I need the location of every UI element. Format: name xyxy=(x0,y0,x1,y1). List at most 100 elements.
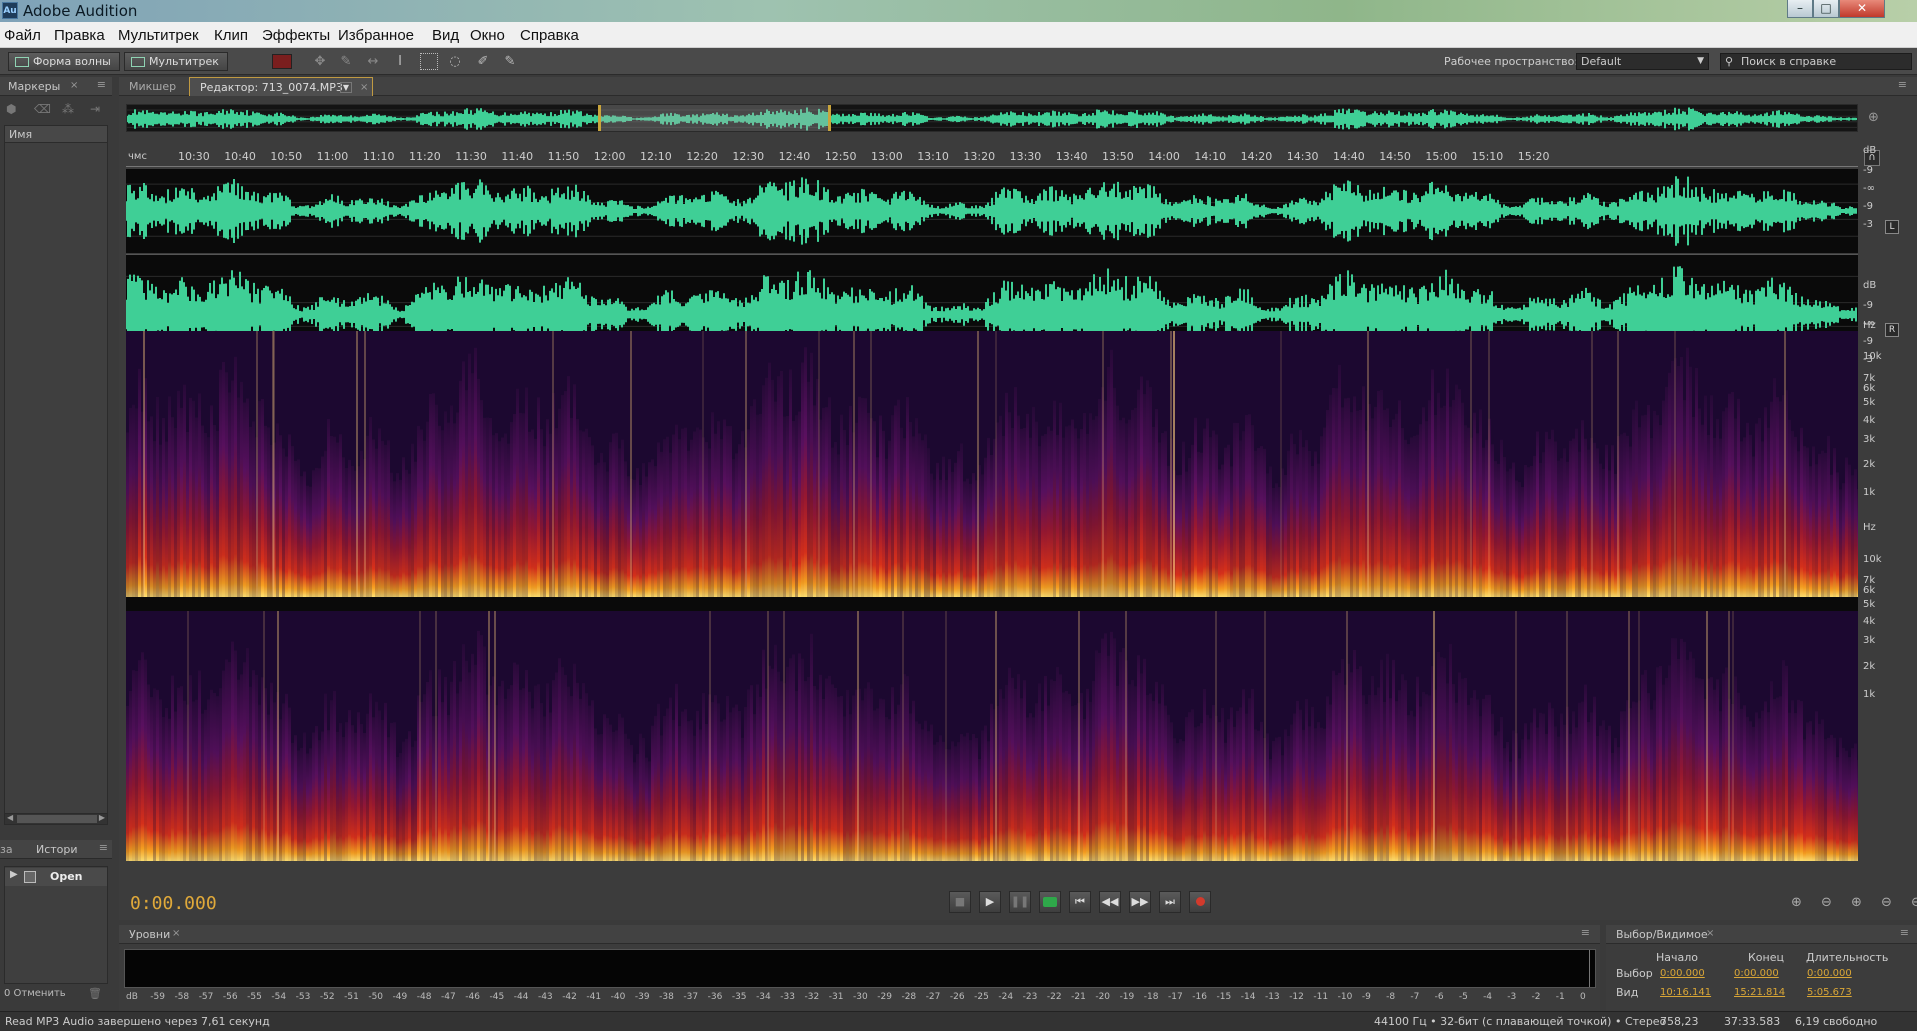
menu-file[interactable]: Файл xyxy=(4,27,41,44)
spot-healing-tool-icon[interactable]: ✎ xyxy=(501,53,519,70)
chevron-down-icon: ▼ xyxy=(1697,56,1704,66)
spectral-display-icon[interactable] xyxy=(272,54,292,69)
spectral-right-channel[interactable] xyxy=(126,611,1858,861)
zoom-icon[interactable]: ⊕ xyxy=(1868,110,1879,125)
meter-clip-indicator[interactable] xyxy=(1589,950,1595,987)
markers-column-name[interactable]: Имя xyxy=(5,126,107,143)
stop-button[interactable]: ■ xyxy=(949,891,971,913)
scrollbar-thumb[interactable] xyxy=(17,815,97,823)
loop-icon xyxy=(1043,897,1057,907)
view-start[interactable]: 10:16.141 xyxy=(1660,987,1711,998)
channel-right-badge[interactable]: R xyxy=(1885,323,1899,337)
merge-markers-icon[interactable]: ⁂ xyxy=(62,102,74,116)
panel-menu-icon[interactable]: ≡ xyxy=(1900,926,1909,939)
zoom-in-time-icon[interactable]: ⊕ xyxy=(1851,895,1862,910)
meter-tick: -8 xyxy=(1386,992,1396,1002)
close-button[interactable]: ✕ xyxy=(1839,0,1885,18)
selection-view-title[interactable]: Выбор/Видимое xyxy=(1616,928,1708,941)
menu-multitrack[interactable]: Мультитрек xyxy=(118,27,199,44)
marquee-tool-icon[interactable] xyxy=(420,53,438,70)
brush-tool-icon[interactable]: ✐ xyxy=(474,53,492,70)
tab-editor-label: Редактор: 713_0074.MP3 xyxy=(200,81,343,94)
meter-tick: -38 xyxy=(659,992,674,1002)
tab-previous[interactable]: за xyxy=(0,843,13,856)
go-to-end-button[interactable]: ⏭ xyxy=(1159,891,1181,913)
selection-start[interactable]: 0:00.000 xyxy=(1660,968,1705,979)
multitrack-view-button[interactable]: Мультитрек xyxy=(124,52,228,71)
maximize-button[interactable]: □ xyxy=(1813,0,1839,18)
fast-forward-button[interactable]: ▶▶ xyxy=(1129,891,1151,913)
close-icon[interactable]: × xyxy=(70,80,78,91)
zoom-out-time-icon[interactable]: ⊖ xyxy=(1881,895,1892,910)
markers-scrollbar[interactable]: ◀ ▶ xyxy=(4,813,108,825)
overview-visible-range[interactable] xyxy=(598,105,831,131)
waveform-overview[interactable] xyxy=(126,104,1858,132)
go-to-start-button[interactable]: ⏮ xyxy=(1069,891,1091,913)
view-duration[interactable]: 5:05.673 xyxy=(1807,987,1852,998)
menu-window[interactable]: Окно xyxy=(470,27,505,44)
zoom-in-amplitude-icon[interactable]: ⊕ xyxy=(1791,895,1802,910)
expand-icon[interactable]: ▶ xyxy=(10,869,18,880)
rewind-button[interactable]: ◀◀ xyxy=(1099,891,1121,913)
slip-tool-icon[interactable]: ↔ xyxy=(364,53,382,70)
add-marker-icon[interactable]: ⬢ xyxy=(6,102,16,116)
panel-menu-icon[interactable]: ≡ xyxy=(97,78,106,91)
zoom-out-amplitude-icon[interactable]: ⊖ xyxy=(1821,895,1832,910)
workspace-select[interactable]: Default ▼ xyxy=(1576,53,1709,70)
close-icon[interactable]: × xyxy=(172,928,180,939)
menu-view[interactable]: Вид xyxy=(432,27,459,44)
record-button[interactable] xyxy=(1189,891,1211,913)
view-end[interactable]: 15:21.814 xyxy=(1734,987,1785,998)
export-markers-icon[interactable]: ⇥ xyxy=(90,102,100,116)
overview-waveform xyxy=(127,107,1857,131)
meter-tick: -59 xyxy=(150,992,165,1002)
ruler-tick: 14:40 xyxy=(1333,150,1365,163)
trash-icon[interactable]: 🗑 xyxy=(88,987,102,1000)
close-tab-icon[interactable]: × xyxy=(360,78,368,97)
chevron-down-icon[interactable]: ▼ xyxy=(340,82,352,93)
tab-mixer[interactable]: Микшер xyxy=(119,77,185,96)
minimize-button[interactable]: – xyxy=(1787,0,1813,18)
menu-clip[interactable]: Клип xyxy=(214,27,248,44)
history-panel-title[interactable]: Истори xyxy=(36,843,78,856)
loop-button[interactable] xyxy=(1039,891,1061,913)
current-time-display[interactable]: 0:00.000 xyxy=(130,893,217,914)
play-button[interactable]: ▶ xyxy=(979,891,1001,913)
time-selection-tool-icon[interactable]: I xyxy=(391,53,409,70)
time-ruler[interactable]: чмс 10:30 10:40 10:50 11:00 11:10 11:20 11:30 1… xyxy=(126,147,1858,167)
panel-menu-icon[interactable]: ≡ xyxy=(99,841,108,854)
tab-editor[interactable]: Редактор: 713_0074.MP3 ▼ × xyxy=(189,77,373,96)
pause-button[interactable]: ❚❚ xyxy=(1009,891,1031,913)
levels-panel-title[interactable]: Уровни xyxy=(129,928,170,941)
close-icon[interactable]: × xyxy=(1706,928,1714,939)
meter-tick: -43 xyxy=(537,992,553,1002)
waveform-view-button[interactable]: Форма волны xyxy=(8,52,120,71)
delete-marker-icon[interactable]: ⌫ xyxy=(34,102,51,116)
lasso-tool-icon[interactable]: ◌ xyxy=(446,53,464,70)
markers-panel-title[interactable]: Маркеры xyxy=(8,80,60,93)
scroll-right-icon[interactable]: ▶ xyxy=(99,813,105,822)
spectral-left-channel[interactable] xyxy=(126,331,1858,597)
channel-left-badge[interactable]: L xyxy=(1885,220,1899,234)
menu-effects[interactable]: Эффекты xyxy=(262,27,330,44)
razor-tool-icon[interactable]: ✎ xyxy=(337,53,355,70)
selection-end[interactable]: 0:00.000 xyxy=(1734,968,1779,979)
panel-menu-icon[interactable]: ≡ xyxy=(1581,926,1590,939)
menu-edit[interactable]: Правка xyxy=(54,27,105,44)
meter-tick: -11 xyxy=(1313,992,1329,1002)
selection-view-header: Выбор/Видимое × ≡ xyxy=(1606,925,1917,944)
selection-view-panel: Выбор/Видимое × ≡ Начало Конец Длительно… xyxy=(1606,925,1917,1013)
history-item[interactable]: ▶ Open xyxy=(5,868,107,886)
menu-bar: Файл Правка Мультитрек Клип Эффекты Избр… xyxy=(0,22,1917,48)
selection-duration[interactable]: 0:00.000 xyxy=(1807,968,1852,979)
waveform-left-channel[interactable] xyxy=(126,169,1858,253)
move-tool-icon[interactable]: ✥ xyxy=(311,53,329,70)
meter-tick: -24 xyxy=(998,992,1014,1002)
menu-help[interactable]: Справка xyxy=(520,27,579,44)
scroll-left-icon[interactable]: ◀ xyxy=(7,813,13,822)
zoom-out-full-icon[interactable]: ⊖ xyxy=(1911,895,1917,910)
ruler-tick: 14:30 xyxy=(1286,150,1319,163)
panel-menu-icon[interactable]: ≡ xyxy=(1898,78,1907,91)
help-search-input[interactable]: ⚲ Поиск в справке xyxy=(1720,53,1912,70)
menu-favorites[interactable]: Избранное xyxy=(338,27,414,44)
